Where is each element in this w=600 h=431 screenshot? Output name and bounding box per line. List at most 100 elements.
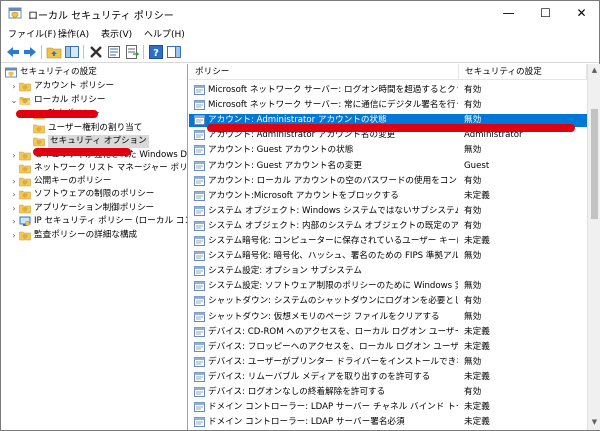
- policy-name: システム設定: オプション サブシステム: [208, 266, 362, 277]
- policy-setting-icon: [194, 160, 205, 171]
- policy-setting-icon: [194, 100, 205, 111]
- scroll-down-arrow-icon[interactable]: ▼: [588, 416, 600, 429]
- folder-icon: [19, 82, 31, 92]
- policy-row[interactable]: アカウント: Guest アカウント名の変更 Guest: [189, 160, 587, 173]
- tree-item[interactable]: › アプリケーション制御ポリシー: [1, 202, 187, 215]
- policy-row[interactable]: デバイス: ユーザーがプリンター ドライバーをインストールできないようにする無効: [189, 356, 587, 369]
- policy-setting-value: 未定義: [464, 402, 490, 413]
- policy-row[interactable]: アカウント: ローカル アカウントの空のパスワードの使用をコンソール ログオンの…: [189, 175, 587, 188]
- policy-name: アカウント: Guest アカウント名の変更: [208, 160, 362, 171]
- policy-name: ドメイン コントローラー: LDAP サーバー署名必須: [208, 417, 405, 428]
- tree-item[interactable]: › 監査ポリシーの詳細な構成: [1, 229, 187, 242]
- folder-open-icon: [19, 97, 31, 105]
- policy-row[interactable]: Microsoft ネットワーク サーバー: 常に通信にデジタル署名を行う 有効: [189, 99, 587, 112]
- security-settings-icon: [5, 67, 17, 78]
- policy-name: アカウント: Guest アカウントの状態: [208, 145, 354, 156]
- policy-setting-value: 未定義: [464, 341, 490, 352]
- policy-row[interactable]: デバイス: ログオンなしの終着解除を許可する 有効: [189, 386, 587, 399]
- policy-row[interactable]: デバイス: リムーバブル メディアを取り出すのを許可する 未定義: [189, 371, 587, 384]
- vertical-scrollbar[interactable]: ▲ ▼: [587, 64, 600, 430]
- properties-icon[interactable]: [106, 44, 122, 60]
- tree-item[interactable]: › IP セキュリティ ポリシー (ローカル コンピューター): [1, 215, 187, 228]
- tree-item[interactable]: ユーザー権利の割り当て: [1, 122, 187, 135]
- tree-expander-icon[interactable]: ›: [10, 202, 18, 215]
- policy-name: デバイス: リムーバブル メディアを取り出すのを許可する: [208, 371, 431, 382]
- menu-help[interactable]: ヘルプ(H): [144, 27, 185, 40]
- policy-row[interactable]: システム設定: ソフトウェア制限のポリシーのために Windows 実行可能ファ…: [189, 280, 587, 293]
- tree-item[interactable]: › 公開キーのポリシー: [1, 175, 187, 188]
- policy-setting-value: 有効: [464, 387, 482, 397]
- tree-item-label: セキュリティの設定: [20, 67, 97, 77]
- menu-action[interactable]: 操作(A): [58, 27, 89, 40]
- policy-setting-value: 未定義: [464, 190, 490, 201]
- policy-setting-value: 無効: [464, 356, 482, 367]
- menu-file[interactable]: ファイル(F): [8, 27, 56, 40]
- policy-row[interactable]: システム オブジェクト: Windows システムではないサブシステムの大文字と…: [189, 205, 587, 218]
- action-pane-icon[interactable]: [166, 44, 182, 60]
- close-button[interactable]: ✕: [563, 1, 600, 25]
- folder-icon: [19, 164, 31, 174]
- policy-setting-value: 有効: [464, 205, 482, 216]
- policy-row[interactable]: ドメイン コントローラー: LDAP サーバー署名必須 未定義: [189, 416, 587, 429]
- tree-expander-icon[interactable]: ⌄: [10, 94, 18, 107]
- tree-expander-icon[interactable]: ›: [10, 229, 18, 242]
- policy-row[interactable]: シャットダウン: システムのシャットダウンにログオンを必要としない 有効: [189, 295, 587, 308]
- policy-row[interactable]: システム設定: オプション サブシステム: [189, 265, 587, 278]
- help-icon[interactable]: ?: [148, 44, 164, 60]
- minimize-button[interactable]: —: [490, 1, 527, 25]
- up-folder-icon[interactable]: [46, 44, 62, 60]
- tree-item[interactable]: › アカウント ポリシー: [1, 80, 187, 93]
- column-header-setting[interactable]: セキュリティの設定: [459, 64, 587, 80]
- tree-item-label: アカウント ポリシー: [34, 81, 115, 91]
- column-header-policy[interactable]: ポリシー: [189, 64, 459, 80]
- delete-icon[interactable]: [88, 44, 104, 60]
- show-hide-tree-icon[interactable]: [64, 44, 80, 60]
- policy-setting-value: 無効: [464, 251, 482, 262]
- menu-view[interactable]: 表示(V): [101, 27, 132, 40]
- policy-row[interactable]: アカウント:Microsoft アカウントをブロックする 未定義: [189, 190, 587, 203]
- folder-icon: [19, 190, 31, 200]
- scroll-up-arrow-icon[interactable]: ▲: [588, 64, 600, 77]
- tree-item-label: 監査ポリシーの詳細な構成: [34, 230, 138, 240]
- tree-item-label: ローカル ポリシー: [34, 95, 106, 105]
- policy-setting-icon: [194, 190, 205, 201]
- tree-item-label: セキュリティ オプション: [48, 135, 149, 148]
- tree-item[interactable]: ⌄ ローカル ポリシー: [1, 94, 187, 107]
- export-list-icon[interactable]: [124, 44, 140, 60]
- ipsec-icon: [19, 216, 31, 226]
- policy-setting-icon: [194, 326, 205, 337]
- tree-expander-icon[interactable]: ›: [10, 188, 18, 201]
- title-bar[interactable]: ローカル セキュリティ ポリシー — ☐ ✕: [1, 1, 599, 25]
- policy-setting-icon: [194, 296, 205, 307]
- tree-expander-icon[interactable]: ›: [10, 215, 18, 228]
- policy-row[interactable]: シャットダウン: 仮想メモリのページ ファイルをクリアする 無効: [189, 311, 587, 324]
- tree-item[interactable]: セキュリティの設定: [1, 66, 187, 79]
- toolbar: ?: [1, 41, 599, 63]
- back-arrow-icon[interactable]: [5, 44, 21, 60]
- tree-item[interactable]: ネットワーク リスト マネージャー ポリシー: [1, 162, 187, 175]
- folder-icon: [33, 137, 45, 147]
- policy-row[interactable]: デバイス: CD-ROM へのアクセスを、ローカル ログオン ユーザーだけに制限…: [189, 326, 587, 339]
- tree-expander-icon[interactable]: ›: [10, 175, 18, 188]
- scrollbar-thumb[interactable]: [591, 109, 598, 219]
- policy-row[interactable]: システム オブジェクト: 内部のシステム オブジェクトの既定のアクセス許可を強化…: [189, 220, 587, 233]
- policy-setting-value: Guest: [464, 160, 490, 171]
- policy-row[interactable]: システム暗号化: コンピューターに保存されているユーザー キーに強力なキー保護を…: [189, 235, 587, 248]
- policy-name: Microsoft ネットワーク サーバー: ログオン時間を超過するとクライアン…: [208, 85, 458, 95]
- maximize-button[interactable]: ☐: [527, 1, 564, 25]
- tree-item[interactable]: セキュリティ オプション: [1, 135, 187, 148]
- policy-setting-value: 未定義: [464, 417, 490, 428]
- policy-row[interactable]: システム暗号化: 暗号化、ハッシュ、署名のための FIPS 準拠アルゴリズムを使…: [189, 250, 587, 263]
- policy-setting-value: 有効: [464, 175, 482, 186]
- policy-row[interactable]: アカウント: Guest アカウントの状態 無効: [189, 144, 587, 157]
- policy-row[interactable]: Microsoft ネットワーク サーバー: ログオン時間を超過するとクライアン…: [189, 84, 587, 97]
- tree-item[interactable]: › ソフトウェアの制限のポリシー: [1, 188, 187, 201]
- policy-row[interactable]: ドメイン コントローラー: LDAP サーバー チャネル バインド トークンの要…: [189, 401, 587, 414]
- policy-setting-value: 未定義: [464, 326, 490, 337]
- policy-row[interactable]: デバイス: フロッピーへのアクセスを、ローカル ログオン ユーザーだけに制限する…: [189, 341, 587, 354]
- tree-expander-icon[interactable]: ›: [10, 80, 18, 93]
- policy-name: システム暗号化: コンピューターに保存されているユーザー キーに強力なキー保護を…: [208, 236, 458, 246]
- forward-arrow-icon[interactable]: [22, 44, 38, 60]
- local-security-policy-window: ローカル セキュリティ ポリシー — ☐ ✕ ファイル(F) 操作(A) 表示(…: [0, 0, 600, 431]
- tree-expander-icon[interactable]: ›: [10, 149, 18, 162]
